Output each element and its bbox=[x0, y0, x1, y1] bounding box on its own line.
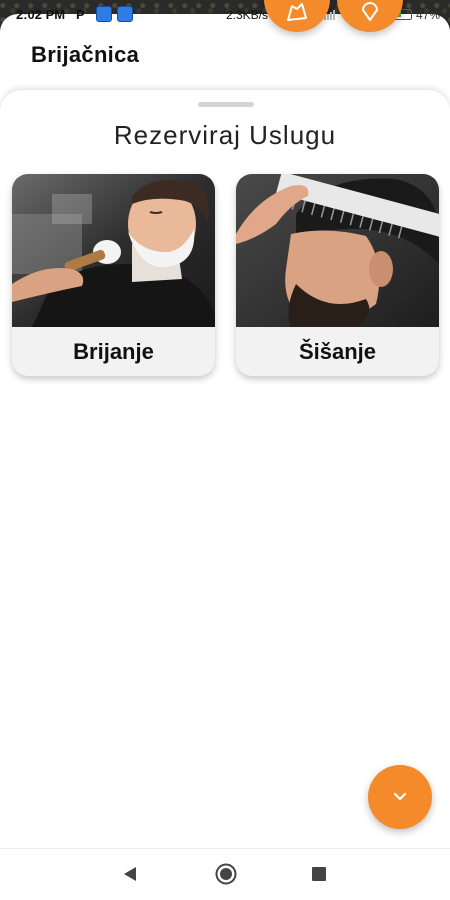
back-triangle-icon[interactable] bbox=[123, 866, 137, 882]
status-time: 2:02 PM bbox=[16, 7, 66, 22]
network-speed: 2.3KB/s bbox=[226, 8, 269, 22]
app-title: Brijačnica bbox=[31, 42, 140, 67]
chevron-down-icon bbox=[393, 792, 407, 801]
sheet-title: Rezerviraj Uslugu bbox=[113, 120, 337, 150]
shaving-photo bbox=[12, 174, 215, 327]
location-pin-icon bbox=[361, 2, 379, 22]
system-nav-bar bbox=[0, 848, 450, 900]
home-circle-icon[interactable] bbox=[215, 863, 237, 885]
parking-notification-icon: P bbox=[76, 7, 85, 22]
service-label: Brijanje bbox=[73, 339, 154, 364]
service-label: Šišanje bbox=[298, 339, 377, 364]
app-notification-icon bbox=[96, 6, 112, 22]
haircut-photo bbox=[236, 174, 439, 327]
battery-percent: 47% bbox=[416, 8, 441, 22]
recent-apps-square-icon[interactable] bbox=[312, 867, 326, 881]
app-notification-icon bbox=[117, 6, 133, 22]
sheet-drag-handle[interactable] bbox=[198, 102, 254, 107]
service-card-shaving[interactable]: Brijanje bbox=[12, 174, 215, 376]
expand-button[interactable] bbox=[368, 765, 432, 829]
booking-sheet: Rezerviraj Uslugu Brijanje Šišanje bbox=[0, 90, 450, 850]
service-card-haircut[interactable]: Šišanje bbox=[236, 174, 439, 376]
map-icon bbox=[287, 3, 307, 21]
